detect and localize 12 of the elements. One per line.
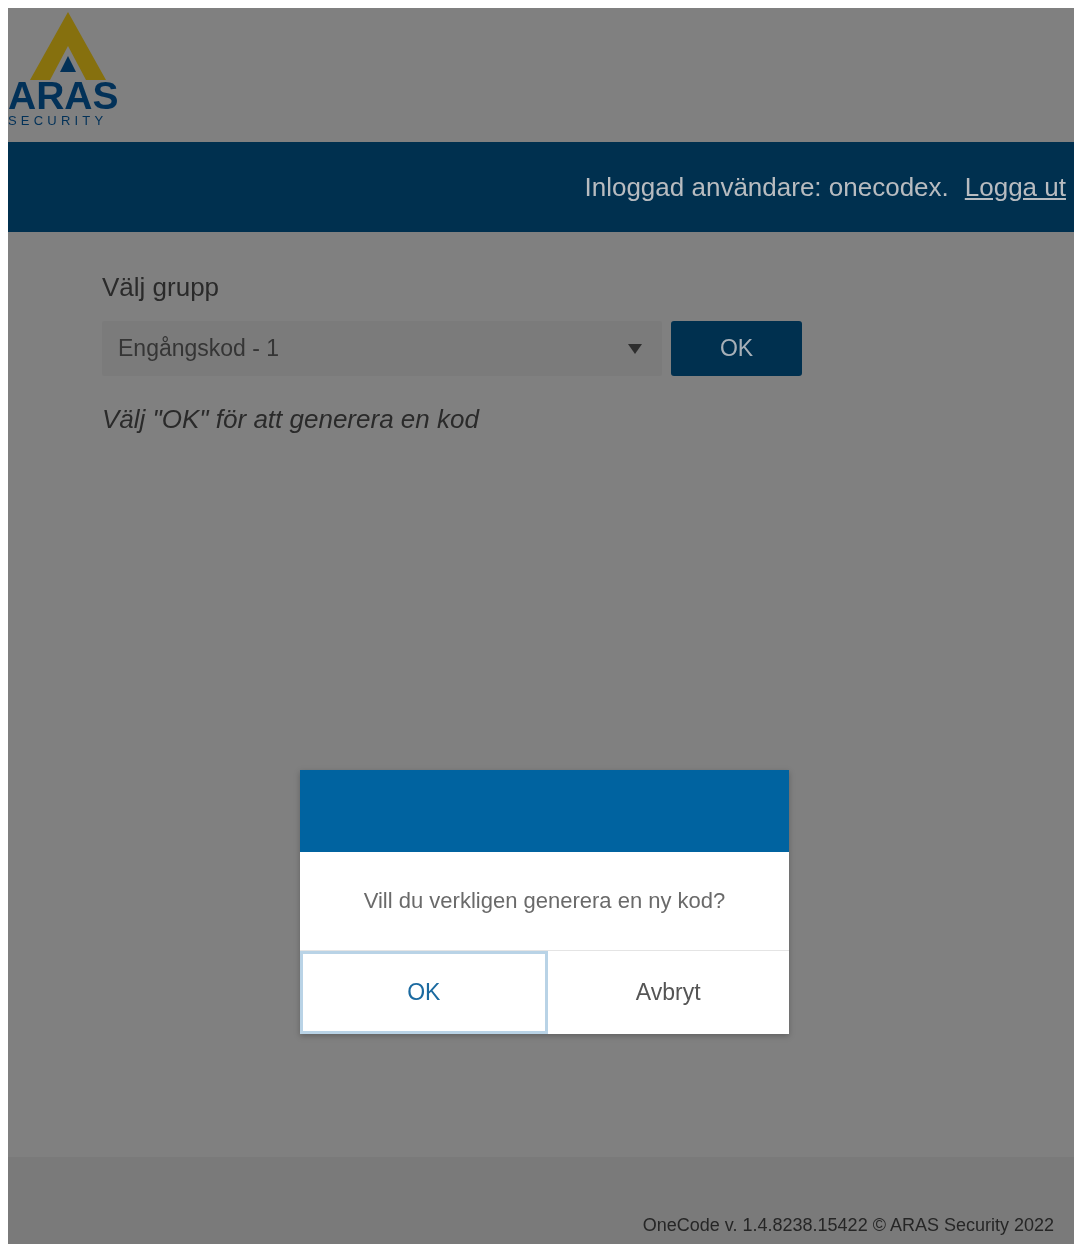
footer-text: OneCode v. 1.4.8238.15422 © ARAS Security 2022 <box>642 1215 1054 1236</box>
dialog-button[interactable]: OK <box>300 951 548 1034</box>
logo-icon <box>28 10 108 80</box>
dropdown-caret-icon <box>628 343 642 354</box>
logged-in-user: Inloggad användare: onecodex. <box>584 171 949 203</box>
hint-text: Välj "OK" för att generera en kod <box>102 404 481 435</box>
dialog-button[interactable]: Avbryt <box>547 951 789 1034</box>
logout-link[interactable]: Logga ut <box>964 171 1066 203</box>
group-label: Välj grupp <box>102 272 221 303</box>
logo-wordmark: ARAS <box>8 78 119 114</box>
logo-tagline: SECURITY <box>8 114 108 128</box>
ok-button[interactable]: OK <box>671 321 802 376</box>
